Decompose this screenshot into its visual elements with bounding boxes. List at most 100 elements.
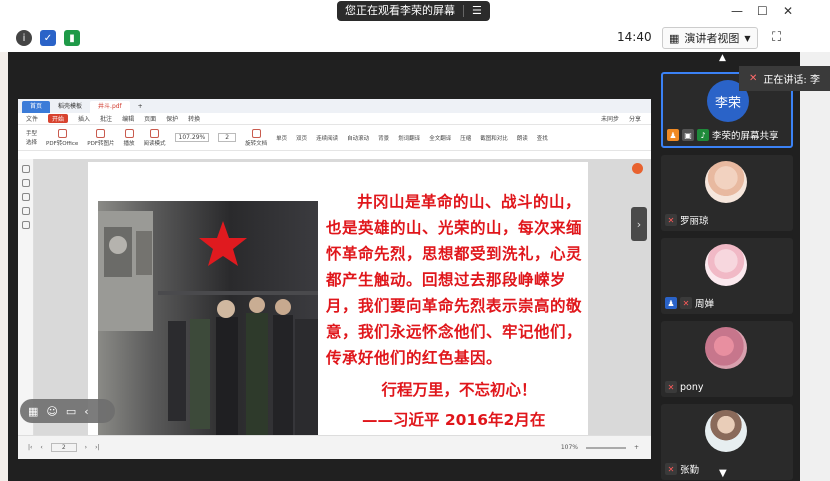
menu-protect[interactable]: 保护 <box>166 114 178 123</box>
compress-button[interactable]: 压缩 <box>460 134 471 142</box>
participant-name: pony <box>680 381 704 393</box>
pdf-to-image-button[interactable]: PDF转图片 <box>87 128 115 147</box>
page-input[interactable]: 2 <box>218 133 237 142</box>
signal-icon[interactable]: ▮ <box>64 30 80 46</box>
participant-tile[interactable]: ✕ pony <box>661 321 793 397</box>
mic-off-icon: ✕ <box>665 214 677 226</box>
info-icon[interactable]: i <box>16 30 32 46</box>
tab-templates[interactable]: 稻壳模板 <box>50 101 90 113</box>
memorial-hall-photo <box>98 201 318 435</box>
grid-icon: ▦ <box>669 31 680 45</box>
attachment-icon[interactable] <box>21 207 30 215</box>
maximize-icon[interactable]: ☐ <box>757 4 768 18</box>
participant-tile[interactable]: ♟ ✕ 周婵 <box>661 238 793 314</box>
menu-annotate[interactable]: 批注 <box>100 114 112 123</box>
view-mode-dropdown[interactable]: ▦ 演讲者视图 ▼ <box>662 27 758 49</box>
view-mode-label: 演讲者视图 <box>684 32 740 45</box>
chevron-down-icon: ▼ <box>744 33 751 43</box>
scroll-down-icon[interactable]: ▼ <box>719 468 727 479</box>
share-notice-pill[interactable]: 您正在观看李荣的屏幕 ☰ <box>337 1 490 21</box>
new-tab-icon[interactable]: + <box>130 101 151 113</box>
share-button[interactable]: 分享 <box>629 114 641 123</box>
zoom-in-icon[interactable]: + <box>634 444 639 451</box>
participant-tile[interactable]: ✕ 张勤 <box>661 404 793 480</box>
auto-scroll-button[interactable]: 自动滚动 <box>347 134 369 142</box>
single-page-button[interactable]: 单页 <box>276 134 287 142</box>
menu-page[interactable]: 页面 <box>144 114 156 123</box>
menu-insert[interactable]: 插入 <box>78 114 90 123</box>
close-icon[interactable]: ✕ <box>783 4 793 18</box>
reading-mode-button[interactable]: 阅读模式 <box>144 128 166 147</box>
fullscreen-icon[interactable]: ⛶ <box>772 30 781 45</box>
floating-control-bar[interactable]: ▦ ☺ ▭ ‹ <box>20 399 115 423</box>
emoji-icon[interactable]: ☺ <box>46 405 57 418</box>
avatar <box>705 410 747 452</box>
collapse-icon[interactable]: ‹ <box>84 405 88 418</box>
menu-icon[interactable]: ☰ <box>472 1 482 21</box>
read-aloud-button[interactable]: 朗读 <box>517 134 528 142</box>
mic-off-icon: ✕ <box>680 297 692 309</box>
last-page-icon[interactable]: ›| <box>95 444 99 451</box>
speaking-label: 正在讲话: 李 <box>763 75 820 86</box>
double-page-button[interactable]: 双页 <box>296 134 307 142</box>
minimize-icon[interactable]: — <box>731 4 743 18</box>
screenshot-button[interactable]: 截图和对比 <box>480 134 508 142</box>
poem-body: 井冈山是革命的山、战斗的山，也是英雄的山、光荣的山，每次来缅怀革命先烈，思想都受… <box>326 193 583 367</box>
pdf-left-rail <box>18 159 34 435</box>
chevron-right-icon[interactable]: › <box>631 207 647 241</box>
participants-panel: ▲ 李荣 ♟ ▣ ♪ 李荣的屏幕共享 ✕ 罗丽琼 ♟ ✕ 周婵 ✕ pony ✕… <box>653 52 800 481</box>
share-notice-text: 您正在观看李荣的屏幕 <box>345 4 455 17</box>
menu-start[interactable]: 开始 <box>48 114 69 123</box>
pdf-tab-bar: 首页 稻壳模板 井斗.pdf + <box>18 99 651 113</box>
rotate-button[interactable]: 旋转文档 <box>245 128 267 147</box>
layout-icon[interactable]: ▦ <box>28 405 38 418</box>
rotate-icon <box>251 128 261 138</box>
shield-icon[interactable]: ✓ <box>40 30 56 46</box>
bookmark-icon[interactable] <box>21 165 30 173</box>
assistant-icon[interactable] <box>632 163 643 174</box>
menu-edit[interactable]: 编辑 <box>122 114 134 123</box>
image-icon <box>96 128 106 138</box>
scroll-up-icon[interactable]: ▲ <box>719 53 726 63</box>
participant-name: 李荣的屏幕共享 <box>712 131 779 142</box>
participant-tile[interactable]: ✕ 罗丽琼 <box>661 155 793 231</box>
avatar <box>705 161 747 203</box>
tab-current-pdf[interactable]: 井斗.pdf <box>90 101 130 113</box>
background-button[interactable]: 背景 <box>378 134 389 142</box>
pdf-page: 井冈山是革命的山、战斗的山，也是英雄的山、光荣的山，每次来缅怀革命先烈，思想都受… <box>88 162 588 435</box>
meeting-top-bar: 您正在观看李荣的屏幕 ☰ — ☐ ✕ i ✓ ▮ 14:40 ▦ 演讲者视图 ▼… <box>0 0 830 52</box>
pdf-status-bar: |‹ ‹ 2 › ›| 107% + <box>18 435 651 459</box>
thumbnail-icon[interactable] <box>21 179 30 187</box>
play-button[interactable]: 播放 <box>124 128 135 147</box>
status-page-input[interactable]: 2 <box>50 443 77 452</box>
speaking-indicator: ✕ 正在讲话: 李 <box>739 66 830 91</box>
chat-icon[interactable]: ▭ <box>66 405 76 418</box>
zoom-input[interactable]: 107.29% <box>174 133 210 142</box>
prev-page-icon[interactable]: ‹ <box>40 444 42 451</box>
sync-status[interactable]: 未同步 <box>601 114 619 123</box>
zoom-slider[interactable] <box>585 446 626 449</box>
participant-name: 张勤 <box>680 465 700 476</box>
pdf-to-office-button[interactable]: PDF转Office <box>46 128 78 147</box>
first-page-icon[interactable]: |‹ <box>28 444 32 451</box>
tab-home[interactable]: 首页 <box>22 101 51 113</box>
full-translate-button[interactable]: 全文翻译 <box>429 134 451 142</box>
pdf-toolbar: 手型 选择 PDF转Office PDF转图片 播放 阅读模式 107.29% 2… <box>18 125 651 151</box>
next-page-icon[interactable]: › <box>85 444 87 451</box>
menu-file[interactable]: 文件 <box>26 114 38 123</box>
pdf-menu-bar: 文件 开始 插入 批注 编辑 页面 保护 转换 未同步 分享 <box>18 113 651 125</box>
person-icon: ♟ <box>665 297 677 309</box>
find-button[interactable]: 查找 <box>537 134 548 142</box>
menu-convert[interactable]: 转换 <box>188 114 200 123</box>
hand-tool-button[interactable]: 手型 选择 <box>26 129 37 146</box>
signature-icon[interactable] <box>21 221 30 229</box>
mic-off-icon: ✕ <box>665 463 677 475</box>
status-zoom[interactable]: 107% <box>561 444 578 451</box>
pdf-document-area: 井冈山是革命的山、战斗的山，也是英雄的山、光荣的山，每次来缅怀革命先烈，思想都受… <box>18 159 651 435</box>
comment-icon[interactable] <box>21 193 30 201</box>
screen-share-icon: ▣ <box>682 129 694 141</box>
mic-icon: ✕ <box>749 73 758 84</box>
word-translate-button[interactable]: 划词翻译 <box>398 134 420 142</box>
mic-icon: ♪ <box>697 129 709 141</box>
continuous-button[interactable]: 连续阅读 <box>316 134 338 142</box>
